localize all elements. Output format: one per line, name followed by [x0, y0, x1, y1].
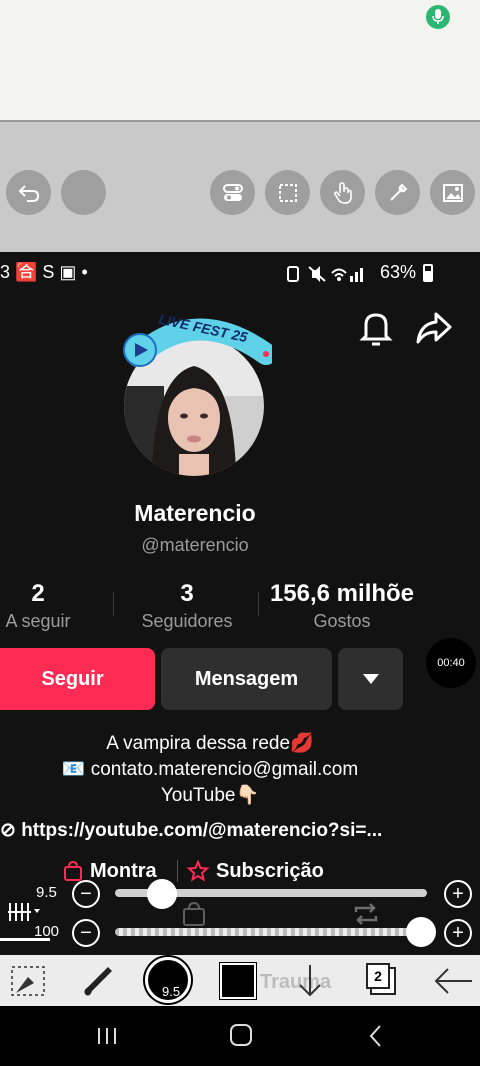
brush-size-decrease-button[interactable]: −	[72, 880, 100, 908]
bio-link-text: https://youtube.com/@materencio?si=...	[21, 820, 383, 841]
likes-count[interactable]: 156,6 milhõe	[262, 580, 422, 608]
recent-apps-icon[interactable]	[96, 1026, 118, 1046]
back-icon[interactable]	[368, 1024, 384, 1048]
opacity-increase-button[interactable]: +	[444, 919, 472, 947]
followers-label: Seguidores	[141, 611, 233, 631]
selection-icon[interactable]	[265, 170, 310, 215]
microphone-icon[interactable]	[426, 5, 450, 29]
brush-tool-icon[interactable]	[78, 961, 118, 1001]
shop-label: Montra	[90, 859, 157, 882]
opacity-decrease-button[interactable]: −	[72, 919, 100, 947]
bio-youtube: YouTube👇🏻	[160, 785, 260, 806]
share-icon[interactable]	[414, 310, 454, 346]
shopping-bag-icon	[180, 900, 208, 928]
shopping-bag-icon	[64, 860, 82, 881]
profile-handle: @materencio	[141, 535, 249, 555]
layers-button[interactable]: 2	[364, 963, 400, 999]
redo-button[interactable]	[61, 170, 106, 215]
layers-count: 2	[366, 963, 390, 989]
home-icon[interactable]	[230, 1024, 252, 1046]
adjust-icon[interactable]	[210, 170, 255, 215]
likes-label: Gostos	[313, 611, 371, 631]
brush-size-preview[interactable]: 9.5	[145, 957, 191, 1003]
following-label: A seguir	[5, 611, 71, 631]
top-strip	[0, 0, 480, 120]
hand-icon[interactable]	[320, 170, 365, 215]
undo-button[interactable]	[6, 170, 51, 215]
bio-line: A vampira dessa rede💋	[106, 733, 314, 754]
chevron-down-icon	[362, 674, 379, 684]
subscription-link[interactable]: Subscrição	[186, 858, 324, 884]
brush-size-knob[interactable]	[146, 879, 177, 909]
link-icon: ⊘	[0, 820, 22, 841]
bell-icon[interactable]	[358, 308, 394, 348]
stat-divider	[113, 592, 114, 616]
more-dropdown-button[interactable]	[338, 648, 403, 710]
live-fest-badge: LIVE FEST 25	[120, 311, 277, 368]
battery-icon	[423, 264, 433, 282]
repost-icon	[350, 900, 382, 928]
recording-timer: 00:40	[426, 638, 476, 688]
link-divider	[177, 860, 178, 882]
following-count[interactable]: 2	[0, 580, 76, 608]
editor-tools-bar: Trauma 9.5 2	[0, 955, 480, 1006]
subscription-label: Subscrição	[216, 859, 324, 882]
transform-tool-icon[interactable]	[8, 963, 48, 999]
bio-email[interactable]: 📧 contato.materencio@gmail.com	[0, 757, 420, 781]
android-nav-bar	[0, 1006, 480, 1066]
brush-size-increase-button[interactable]: +	[444, 880, 472, 908]
status-icons	[286, 264, 376, 284]
followers-count[interactable]: 3	[124, 580, 250, 608]
message-button[interactable]: Mensagem	[161, 648, 332, 710]
arrow-down-icon[interactable]	[296, 963, 324, 999]
battery-percent: 63%	[380, 262, 417, 282]
profile-name: Materencio	[134, 500, 256, 526]
color-swatch[interactable]	[220, 963, 256, 999]
opacity-knob[interactable]	[405, 917, 436, 947]
image-icon[interactable]	[430, 170, 475, 215]
brush-size-value: 9.5	[36, 884, 57, 901]
star-badge-icon	[186, 860, 210, 882]
status-left-icons: 3 🈴 S ▣ •	[0, 262, 88, 282]
brush-preview-value: 9.5	[162, 984, 181, 999]
stat-divider	[258, 592, 259, 616]
opacity-slider[interactable]	[115, 928, 427, 936]
shop-link[interactable]: Montra	[62, 858, 157, 884]
back-arrow-icon[interactable]	[432, 965, 472, 997]
opacity-value: 100	[34, 923, 60, 940]
eyedropper-icon[interactable]	[375, 170, 420, 215]
follow-button[interactable]: Seguir	[0, 648, 155, 710]
bio-link[interactable]: ⊘ https://youtube.com/@materencio?si=...	[0, 819, 420, 842]
drawing-toolbar	[0, 120, 480, 252]
